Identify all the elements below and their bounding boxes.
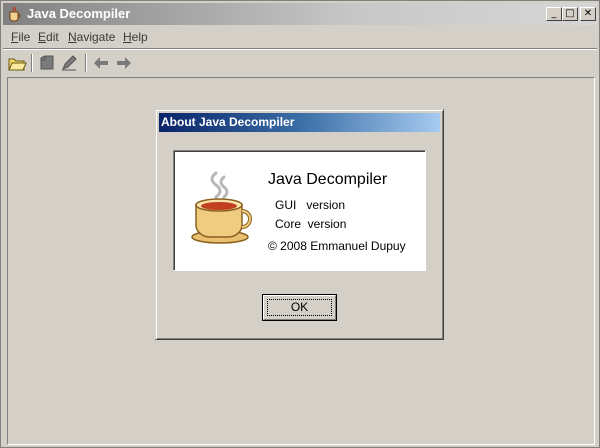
forward-icon[interactable] [114,53,134,73]
dialog-title: About Java Decompiler [161,115,295,129]
about-info-panel: Java Decompiler GUI version Core version… [173,150,426,271]
open-type-icon[interactable] [37,53,57,73]
copyright-text: © 2008 Emmanuel Dupuy [268,239,406,253]
menu-help[interactable]: Help [123,30,148,44]
dialog-titlebar[interactable]: About Java Decompiler [159,113,440,132]
toolbar-separator [85,54,87,72]
menu-edit[interactable]: Edit [38,30,59,44]
menu-file[interactable]: File [11,30,30,44]
app-name: Java Decompiler [268,171,388,188]
window-title: Java Decompiler [27,6,131,21]
coffee-cup-icon [9,6,21,22]
maximize-button[interactable]: □ [562,7,578,21]
ok-button[interactable]: OK [262,294,337,321]
core-version-text: Core version [275,217,347,231]
window-titlebar[interactable]: Java Decompiler _ □ ✕ [3,3,597,25]
toolbar [3,51,597,75]
menu-navigate[interactable]: Navigate [68,30,115,44]
open-folder-icon[interactable] [7,53,27,73]
edit-icon[interactable] [59,53,79,73]
menu-separator [3,48,597,50]
close-button[interactable]: ✕ [580,7,596,21]
toolbar-separator [31,54,33,72]
coffee-cup-icon [191,171,252,244]
about-dialog: About Java Decompiler Java Decompiler GU… [155,109,444,340]
ok-button-label[interactable]: OK [267,299,332,316]
menu-bar: File Edit Navigate Help [3,27,597,47]
back-icon[interactable] [91,53,111,73]
ok-button-face[interactable]: OK [263,295,336,320]
gui-version-text: GUI version [275,198,346,212]
minimize-button[interactable]: _ [546,7,562,21]
